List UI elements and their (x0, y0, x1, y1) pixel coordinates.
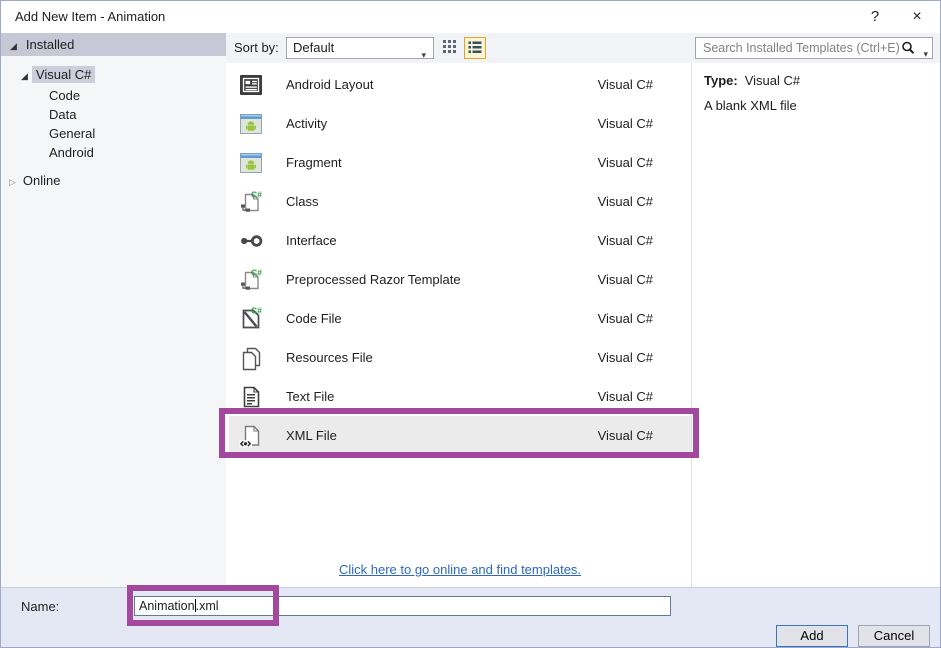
xml-file-icon (237, 422, 265, 450)
template-language: Visual C# (597, 389, 653, 404)
template-item-xml-file[interactable]: XML File Visual C# (229, 416, 691, 455)
svg-text:C#: C# (251, 189, 262, 199)
template-name: Class (286, 194, 319, 209)
add-button[interactable]: Add (776, 625, 848, 647)
small-icons-view-button[interactable] (438, 37, 460, 59)
online-templates-link[interactable]: Click here to go online and find templat… (229, 562, 691, 577)
sidebar-item-android[interactable]: Android (49, 144, 94, 162)
type-label: Type: (704, 73, 738, 88)
name-value-before-caret: Animation (139, 599, 195, 613)
template-item-resources-file[interactable]: Resources File Visual C# (229, 338, 691, 377)
visual-csharp-label: Visual C# (31, 66, 96, 83)
name-value-after-caret: .xml (195, 599, 219, 613)
chevron-down-icon: ▾ (421, 50, 426, 60)
template-item-fragment[interactable]: Fragment Visual C# (229, 143, 691, 182)
template-name: Android Layout (286, 77, 374, 92)
android-app-icon (237, 149, 265, 177)
cancel-button[interactable]: Cancel (858, 625, 930, 647)
template-language: Visual C# (597, 272, 653, 287)
template-name: Code File (286, 311, 342, 326)
type-value: Visual C# (744, 73, 801, 88)
template-name: Interface (286, 233, 337, 248)
template-language: Visual C# (597, 428, 653, 443)
sidebar-item-general[interactable]: General (49, 125, 95, 143)
android-layout-icon (237, 71, 265, 99)
template-description: A blank XML file (704, 98, 797, 113)
details-panel: Type: Visual C# A blank XML file (692, 63, 940, 587)
sidebar-item-code[interactable]: Code (49, 87, 80, 105)
dialog-title: Add New Item - Animation (15, 9, 166, 24)
template-rows: Android Layout Visual C# Activity Visual C#… (229, 65, 691, 455)
grid-view-icon (442, 39, 457, 57)
close-button[interactable]: × (904, 6, 930, 28)
code-file-icon: C# (237, 305, 265, 333)
expander-expanded-icon: ◢ (21, 71, 28, 81)
search-placeholder: Search Installed Templates (Ctrl+E) (703, 41, 900, 55)
expander-expanded-icon: ◢ (10, 41, 17, 51)
template-item-android-layout[interactable]: Android Layout Visual C# (229, 65, 691, 104)
name-input[interactable]: Animation.xml (134, 596, 671, 616)
text-file-icon (237, 383, 265, 411)
installed-label: Installed (25, 37, 75, 52)
template-language: Visual C# (597, 194, 653, 209)
template-name: Text File (286, 389, 335, 404)
sort-by-dropdown[interactable]: Default ▾ (286, 37, 434, 60)
search-dropdown-icon[interactable]: ▾ (923, 44, 928, 64)
search-input[interactable]: Search Installed Templates (Ctrl+E) ▾ (695, 37, 933, 59)
dialog-footer: Name: Animation.xml Add Cancel (1, 587, 940, 647)
sidebar-item-installed[interactable]: ◢ Installed (1, 33, 226, 56)
title-bar: Add New Item - Animation ? × (1, 1, 940, 33)
template-list: Android Layout Visual C# Activity Visual C#… (229, 63, 691, 587)
help-button[interactable]: ? (862, 6, 888, 28)
template-item-preprocessed-razor-template[interactable]: C# Preprocessed Razor Template Visual C# (229, 260, 691, 299)
template-name: Activity (286, 116, 328, 131)
search-icon[interactable] (901, 41, 916, 62)
sidebar-item-data[interactable]: Data (49, 106, 76, 124)
template-item-text-file[interactable]: Text File Visual C# (229, 377, 691, 416)
template-name: Resources File (286, 350, 373, 365)
list-toolbar: Sort by: Default ▾ Search Installed Temp… (226, 33, 940, 63)
sidebar-item-online[interactable]: ▷ Online (9, 172, 61, 190)
template-name: Fragment (286, 155, 342, 170)
template-item-activity[interactable]: Activity Visual C# (229, 104, 691, 143)
template-name: Preprocessed Razor Template (286, 272, 461, 287)
list-view-icon (467, 39, 483, 58)
svg-text:C#: C# (251, 305, 262, 315)
sort-by-value: Default (293, 40, 335, 55)
csharp-class-icon: C# (237, 266, 265, 294)
expander-collapsed-icon: ▷ (9, 177, 16, 187)
template-item-class[interactable]: C# Class Visual C# (229, 182, 691, 221)
android-app-icon (237, 110, 265, 138)
add-new-item-dialog: Add New Item - Animation ? × ◢ Installed … (0, 0, 941, 648)
template-language: Visual C# (597, 77, 653, 92)
template-language: Visual C# (597, 155, 653, 170)
template-language: Visual C# (597, 116, 653, 131)
sort-by-label: Sort by: (234, 40, 279, 55)
template-name: XML File (286, 428, 337, 443)
template-item-code-file[interactable]: C# Code File Visual C# (229, 299, 691, 338)
svg-text:C#: C# (251, 267, 262, 277)
list-view-button[interactable] (464, 37, 486, 59)
interface-icon (237, 227, 265, 255)
template-language: Visual C# (597, 233, 653, 248)
template-language: Visual C# (597, 311, 653, 326)
csharp-class-icon: C# (237, 188, 265, 216)
template-language: Visual C# (597, 350, 653, 365)
resources-file-icon (237, 344, 265, 372)
online-label: Online (22, 173, 61, 188)
category-sidebar: ◢ Installed ◢ Visual C# Code Data General And… (1, 33, 226, 587)
name-label: Name: (21, 599, 60, 614)
sidebar-item-visual-csharp[interactable]: ◢ Visual C# (21, 66, 96, 84)
template-item-interface[interactable]: Interface Visual C# (229, 221, 691, 260)
